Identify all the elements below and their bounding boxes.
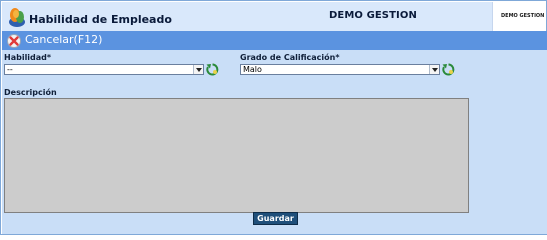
skill-select[interactable]: -- <box>4 64 204 75</box>
company-brand-box: DEMO GESTION <box>492 2 546 31</box>
skill-select-value: -- <box>7 65 13 74</box>
save-button[interactable]: Guardar <box>253 212 298 225</box>
cancel-icon[interactable] <box>6 33 22 48</box>
chevron-down-icon[interactable] <box>193 65 203 74</box>
refresh-icon[interactable] <box>206 63 219 76</box>
toolbar: Cancelar(F12) <box>2 31 547 50</box>
header-bar: Habilidad de Empleado DEMO GESTION <box>2 2 492 31</box>
grade-label: Grado de Calificación* <box>240 53 340 62</box>
page-title: Habilidad de Empleado <box>29 13 172 26</box>
skill-label: Habilidad* <box>4 53 52 62</box>
form-area: Habilidad* -- Grado de Calificación* Mal… <box>2 50 547 234</box>
refresh-icon[interactable] <box>442 63 455 76</box>
window-frame: Habilidad de Empleado DEMO GESTION DEMO … <box>0 0 547 235</box>
company-brand-text: DEMO GESTION <box>501 13 545 19</box>
grade-select-value: Malo <box>243 65 262 74</box>
description-label: Descripción <box>4 88 57 97</box>
description-textarea[interactable] <box>4 98 469 213</box>
company-name: DEMO GESTION <box>329 10 417 21</box>
app-logo-icon <box>9 8 25 27</box>
chevron-down-icon[interactable] <box>429 65 439 74</box>
grade-select[interactable]: Malo <box>240 64 440 75</box>
cancel-button[interactable]: Cancelar(F12) <box>25 33 102 46</box>
